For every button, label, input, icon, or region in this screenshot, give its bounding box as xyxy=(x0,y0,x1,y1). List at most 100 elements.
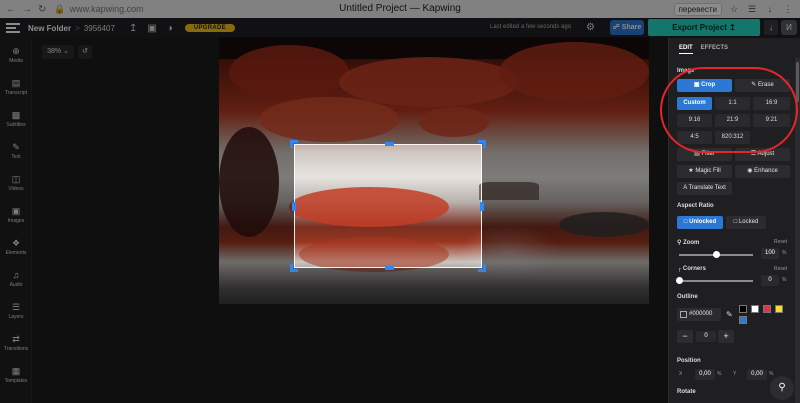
sliders-icon: ☰ xyxy=(750,151,758,157)
monitor-icon[interactable]: ▣ xyxy=(147,23,156,34)
swatch-yellow[interactable] xyxy=(775,305,783,313)
foliage-shape xyxy=(259,97,399,142)
address-bar[interactable]: 🔒 www.kapwing.com xyxy=(54,4,143,15)
crop-handle-right[interactable] xyxy=(480,202,484,211)
swatch-blue[interactable] xyxy=(739,316,747,324)
enhance-button[interactable]: ◉ Enhance xyxy=(735,165,790,178)
upgrade-button[interactable]: UPGRADE xyxy=(184,24,235,32)
avatar[interactable]: И xyxy=(781,20,797,35)
sidebar-item-videos[interactable]: ◫ Videos xyxy=(0,174,32,192)
crop-frame[interactable] xyxy=(290,140,486,272)
foliage-shape xyxy=(419,107,489,137)
sidebar-item-media[interactable]: ⊕ Media xyxy=(0,46,32,64)
download-icon[interactable]: ↓ xyxy=(764,3,776,15)
fit-icon[interactable]: ↺ xyxy=(78,45,92,59)
ratio-4-5[interactable]: 4:5 xyxy=(677,131,712,144)
corners-value-field[interactable]: 0 xyxy=(761,275,779,286)
ratio-9-16[interactable]: 9:16 xyxy=(677,114,712,127)
ratio-1-1[interactable]: 1:1 xyxy=(715,97,750,110)
crop-handle-top-left[interactable] xyxy=(290,140,293,148)
ratio-820-312[interactable]: 820:312 xyxy=(715,131,750,144)
reload-icon[interactable]: ↻ xyxy=(38,4,46,15)
download-button[interactable]: ↓ xyxy=(764,20,778,35)
translate-text-button[interactable]: A Translate Text xyxy=(677,182,732,195)
adjust-button[interactable]: ☰ Adjust xyxy=(735,148,790,161)
kapwing-logo-icon[interactable] xyxy=(6,23,20,33)
extensions-icon[interactable]: ☰ xyxy=(746,3,758,15)
eyedropper-icon[interactable]: ✎ xyxy=(726,310,733,319)
swatch-red[interactable] xyxy=(763,305,771,313)
canvas-workspace[interactable]: 38% ⌄ ↺ xyxy=(32,37,668,403)
folder-name[interactable]: New Folder xyxy=(28,24,71,33)
share-button[interactable]: ☍ Share xyxy=(610,20,644,35)
sidebar-item-images[interactable]: ▣ Images xyxy=(0,206,32,224)
minus-icon: − xyxy=(682,331,688,341)
export-project-button[interactable]: Export Project ↥ xyxy=(648,19,760,36)
sidebar-item-text[interactable]: ✎ Text xyxy=(0,142,32,160)
star-icon[interactable]: ☆ xyxy=(728,3,740,15)
filter-button[interactable]: ▤ Filter xyxy=(677,148,732,161)
filter-label: Filter xyxy=(701,151,715,157)
corners-slider-track[interactable] xyxy=(679,280,753,282)
locked-label: Locked xyxy=(738,219,759,225)
lock-icon: 🔒 xyxy=(54,3,66,14)
tab-edit[interactable]: EDIT xyxy=(679,45,693,54)
unlocked-button[interactable]: □ Unlocked xyxy=(677,216,723,229)
zoom-value-field[interactable]: 100 xyxy=(761,248,779,259)
back-icon[interactable]: ← xyxy=(6,4,16,15)
outline-increase-button[interactable]: + xyxy=(718,330,734,343)
app-header: New Folder > 3956407 ↥ ▣ ◑ UPGRADE Last … xyxy=(0,18,800,38)
magic-fill-button[interactable]: ★ Magic Fill xyxy=(677,165,732,178)
scrollbar-thumb[interactable] xyxy=(796,62,799,102)
crop-handle-left[interactable] xyxy=(292,202,296,211)
swatch-black[interactable] xyxy=(739,305,747,313)
zoom-slider-knob[interactable] xyxy=(712,251,720,258)
crop-handle-top-right[interactable] xyxy=(483,140,486,148)
swatch-white[interactable] xyxy=(751,305,759,313)
y-position-field[interactable]: 0,00 xyxy=(747,369,767,380)
zoom-dropdown[interactable]: 38% ⌄ xyxy=(42,45,74,59)
translate-chip[interactable]: перевести xyxy=(673,2,722,16)
corners-slider-knob[interactable] xyxy=(675,277,683,284)
forward-icon[interactable]: → xyxy=(22,4,32,15)
outline-decrease-button[interactable]: − xyxy=(677,330,693,343)
outline-color-field[interactable]: #000000 xyxy=(677,308,721,321)
sidebar-item-transcript[interactable]: ▤ Transcript xyxy=(0,78,32,96)
sidebar-item-layers[interactable]: ☰ Layers xyxy=(0,302,32,320)
ratio-21-9[interactable]: 21:9 xyxy=(715,114,750,127)
crop-handle-bottom-right[interactable] xyxy=(483,264,486,272)
menu-icon[interactable]: ⋮ xyxy=(782,3,794,15)
sidebar-item-label: Transitions xyxy=(3,346,29,352)
ratio-custom[interactable]: Custom xyxy=(677,97,712,110)
crop-handle-top[interactable] xyxy=(385,142,394,146)
scrollbar[interactable] xyxy=(795,58,800,403)
project-id[interactable]: 3956407 xyxy=(84,24,115,33)
crop-button[interactable]: ▣ Crop xyxy=(677,79,732,92)
outline-color-chip xyxy=(680,311,687,318)
tab-effects[interactable]: EFFECTS xyxy=(701,45,728,54)
crop-handle-bottom-left[interactable] xyxy=(290,264,293,272)
gear-icon[interactable]: ⚙ xyxy=(586,22,595,33)
crop-handle-bottom[interactable] xyxy=(385,266,394,270)
sidebar-item-transitions[interactable]: ⇄ Transitions xyxy=(0,334,32,352)
lightbulb-icon[interactable]: ◑ xyxy=(167,23,173,34)
zoom-reset[interactable]: Reset xyxy=(774,239,787,245)
sidebar-item-audio[interactable]: ♫ Audio xyxy=(0,270,32,288)
outline-width-field[interactable]: 0 xyxy=(696,331,716,342)
search-button[interactable]: ⚲ xyxy=(770,376,794,400)
sidebar-item-elements[interactable]: ❖ Elements xyxy=(0,238,32,256)
text-icon: ✎ xyxy=(12,142,20,152)
sidebar-item-templates[interactable]: ▦ Templates xyxy=(0,366,32,384)
chevron-down-icon: ⌄ xyxy=(63,48,69,55)
corners-reset[interactable]: Reset xyxy=(774,266,787,272)
x-position-field[interactable]: 0,00 xyxy=(695,369,715,380)
ratio-9-21[interactable]: 9:21 xyxy=(753,114,790,127)
erase-button[interactable]: ✎ Erase xyxy=(735,79,790,92)
ratio-16-9[interactable]: 16:9 xyxy=(753,97,790,110)
sidebar-item-subtitles[interactable]: ▩ Subtitles xyxy=(0,110,32,128)
export-label: Export Project xyxy=(672,23,727,32)
pagoda-shape xyxy=(479,182,539,200)
locked-button[interactable]: □ Locked xyxy=(726,216,766,229)
audio-icon: ♫ xyxy=(12,270,20,280)
upload-icon[interactable]: ↥ xyxy=(129,23,137,34)
